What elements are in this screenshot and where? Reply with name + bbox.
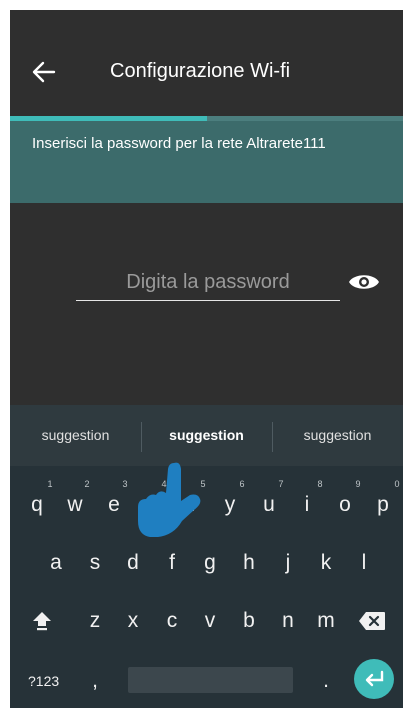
key-y[interactable]: y (215, 485, 245, 525)
eye-icon[interactable] (348, 270, 380, 294)
soft-keyboard: suggestion suggestion suggestion 1 2 3 4… (10, 405, 403, 708)
key-u[interactable]: u (254, 485, 284, 525)
key-w[interactable]: w (60, 485, 90, 525)
key-h[interactable]: h (234, 543, 264, 583)
app-screen: Configurazione Wi-fi Inserisci la passwo… (10, 10, 403, 708)
enter-icon (365, 670, 384, 687)
suggestion-right[interactable]: suggestion (272, 405, 403, 466)
key-z[interactable]: z (80, 601, 110, 641)
key-f[interactable]: f (157, 543, 187, 583)
key-m[interactable]: m (311, 601, 341, 641)
spacebar[interactable] (128, 667, 293, 693)
key-k[interactable]: k (311, 543, 341, 583)
key-g[interactable]: g (195, 543, 225, 583)
key-o[interactable]: o (330, 485, 360, 525)
key-s[interactable]: s (80, 543, 110, 583)
enter-key[interactable] (354, 659, 394, 699)
hand-pointer-icon (138, 462, 201, 537)
app-bar: Configurazione Wi-fi (10, 10, 403, 115)
key-b[interactable]: b (234, 601, 264, 641)
instruction-text: Inserisci la password per la rete Altrar… (32, 135, 326, 152)
key-period[interactable]: . (311, 661, 341, 701)
password-input[interactable] (76, 264, 340, 300)
key-v[interactable]: v (195, 601, 225, 641)
key-l[interactable]: l (349, 543, 379, 583)
key-a[interactable]: a (41, 543, 71, 583)
arrow-left-icon[interactable] (28, 56, 60, 88)
key-q[interactable]: q (22, 485, 52, 525)
key-e[interactable]: e (99, 485, 129, 525)
key-i[interactable]: i (292, 485, 322, 525)
key-comma[interactable]: , (80, 661, 110, 701)
symbols-key[interactable]: ?123 (28, 673, 59, 689)
suggestion-left[interactable]: suggestion (10, 405, 141, 466)
page-title: Configurazione Wi-fi (110, 60, 291, 82)
key-p[interactable]: p (368, 485, 398, 525)
instruction-banner: Inserisci la password per la rete Altrar… (10, 121, 403, 203)
key-c[interactable]: c (157, 601, 187, 641)
key-x[interactable]: x (118, 601, 148, 641)
backspace-icon[interactable] (358, 611, 386, 631)
shift-icon[interactable] (30, 609, 54, 633)
password-field[interactable] (76, 264, 340, 301)
key-d[interactable]: d (118, 543, 148, 583)
key-j[interactable]: j (273, 543, 303, 583)
key-n[interactable]: n (273, 601, 303, 641)
